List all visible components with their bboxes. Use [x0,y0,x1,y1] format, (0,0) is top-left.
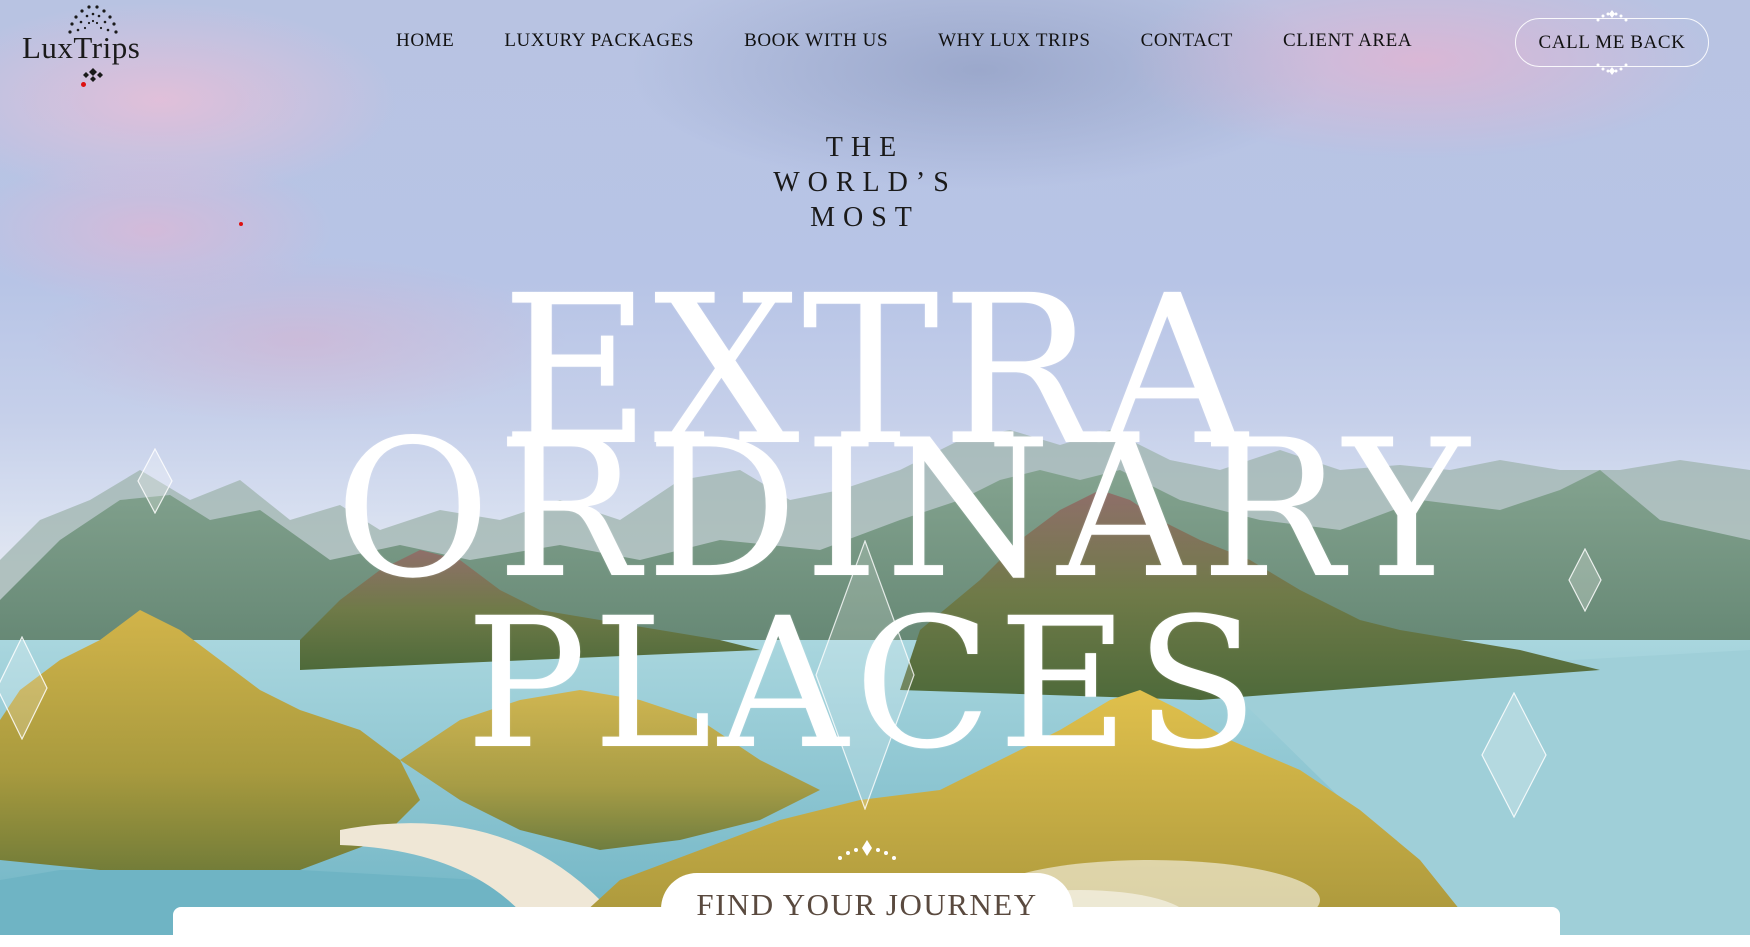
call-me-back-label: CALL ME BACK [1538,31,1686,53]
tagline-line: MOST [810,202,920,233]
tagline-line: WORLD’S [773,167,957,198]
nav-item-client-area[interactable]: CLIENT AREA [1283,30,1412,52]
logo[interactable]: LuxTrips [22,2,182,88]
dotted-arc-ornament-icon [1596,10,1628,22]
nav-item-contact[interactable]: CONTACT [1141,30,1233,52]
top-navigation: LuxTrips HOME LUXURY PACKAGES BOOK WITH … [0,0,1750,90]
dotted-arc-ornament-icon [838,840,896,860]
nav-item-why-lux-trips[interactable]: WHY LUX TRIPS [938,30,1090,52]
nav-item-home[interactable]: HOME [396,30,454,52]
accent-dot [239,222,243,226]
nav-item-luxury-packages[interactable]: LUXURY PACKAGES [504,30,694,52]
tagline-line: THE [825,132,905,163]
logo-red-dot [81,82,86,87]
logo-text: LuxTrips [22,30,141,65]
headline-line-2: ORDINARY [334,399,1476,620]
main-menu: HOME LUXURY PACKAGES BOOK WITH US WHY LU… [396,30,1462,52]
find-your-journey-tab[interactable]: FIND YOUR JOURNEY [661,873,1073,945]
hero-section: THE WORLD’S MOST EXTRA ORDINARY PLACES [0,0,1750,935]
dotted-arc-ornament-icon [1596,63,1628,75]
headline-line-3: PLACES [465,580,1265,789]
find-your-journey-label: FIND YOUR JOURNEY [696,887,1038,922]
call-me-back-button[interactable]: CALL ME BACK [1515,10,1709,75]
hero-tagline: THE WORLD’S MOST [740,130,990,235]
nav-item-book-with-us[interactable]: BOOK WITH US [744,30,888,52]
